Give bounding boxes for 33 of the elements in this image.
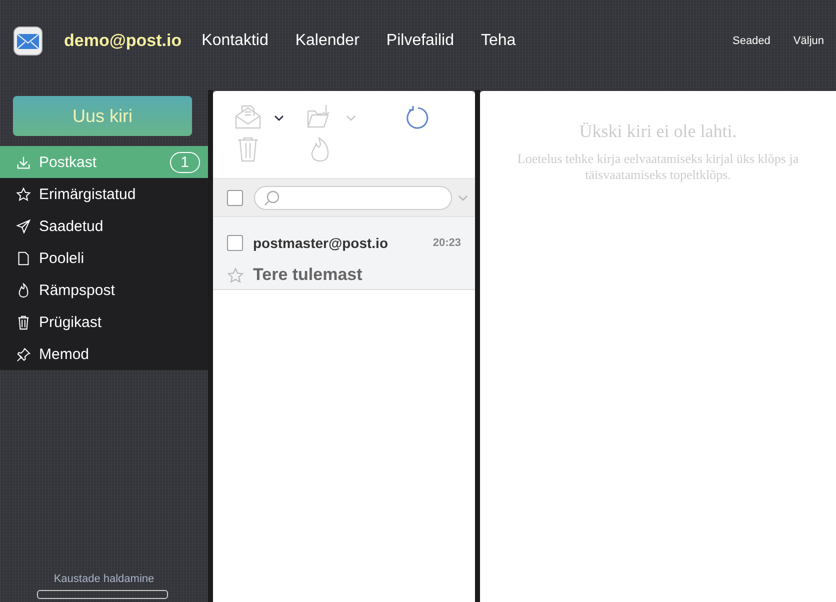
search-icon <box>263 188 281 206</box>
nav-link[interactable]: Kontaktid <box>202 32 268 50</box>
manage-folders-link[interactable]: Kaustade haldamine <box>0 573 208 585</box>
folder-item[interactable]: Memod <box>0 338 208 370</box>
folder-item[interactable]: Rämpspost <box>0 274 208 306</box>
nav-link[interactable]: Teha <box>481 32 516 50</box>
message-row[interactable]: postmaster@post.io 20:23 Tere tulemast <box>213 217 475 290</box>
message-time: 20:23 <box>432 236 461 249</box>
mark-read-icon[interactable] <box>234 103 262 131</box>
download-icon <box>16 154 31 170</box>
trash-icon <box>16 314 31 330</box>
paper-plane-icon <box>16 218 31 234</box>
message-checkbox[interactable] <box>227 234 243 251</box>
search-field[interactable] <box>254 186 452 210</box>
account-link[interactable]: demo@post.io <box>64 31 182 51</box>
nav-link[interactable]: Kalender <box>295 32 360 50</box>
flame-icon <box>16 282 31 298</box>
document-icon <box>16 250 31 266</box>
folder-item[interactable]: Erimärgistatud <box>0 178 208 210</box>
folder-item[interactable]: Saadetud <box>0 210 208 242</box>
pushpin-icon <box>16 346 31 362</box>
message-subject: Tere tulemast <box>253 265 364 286</box>
header-link[interactable]: Seaded <box>732 35 770 47</box>
mail-app-icon[interactable] <box>13 26 43 56</box>
message-sender: postmaster@post.io <box>253 234 390 251</box>
star-icon[interactable] <box>227 266 244 284</box>
nav-link[interactable]: Pilvefailid <box>386 32 454 50</box>
folder-item[interactable]: Pooleli <box>0 242 208 274</box>
folder-item[interactable]: Prügikast <box>0 306 208 338</box>
star-icon <box>16 186 31 202</box>
header-link[interactable]: Väljun <box>793 35 824 47</box>
unread-count: 1 <box>170 152 200 172</box>
select-all-checkbox[interactable] <box>227 190 243 206</box>
